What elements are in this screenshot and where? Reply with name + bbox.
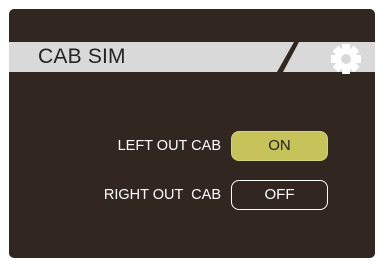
- left-out-cab-toggle[interactable]: ON: [231, 131, 328, 161]
- device-screen: CAB SIM LEFT OUT CAB ON RIGHT OUT CAB OF…: [9, 9, 375, 258]
- right-out-cab-toggle[interactable]: OFF: [231, 180, 328, 210]
- page-title: CAB SIM: [38, 45, 126, 68]
- header-bar: CAB SIM: [9, 42, 375, 74]
- right-out-cab-label: RIGHT OUT CAB: [103, 187, 221, 203]
- gear-icon[interactable]: [329, 44, 363, 78]
- left-out-cab-label: LEFT OUT CAB: [117, 138, 221, 154]
